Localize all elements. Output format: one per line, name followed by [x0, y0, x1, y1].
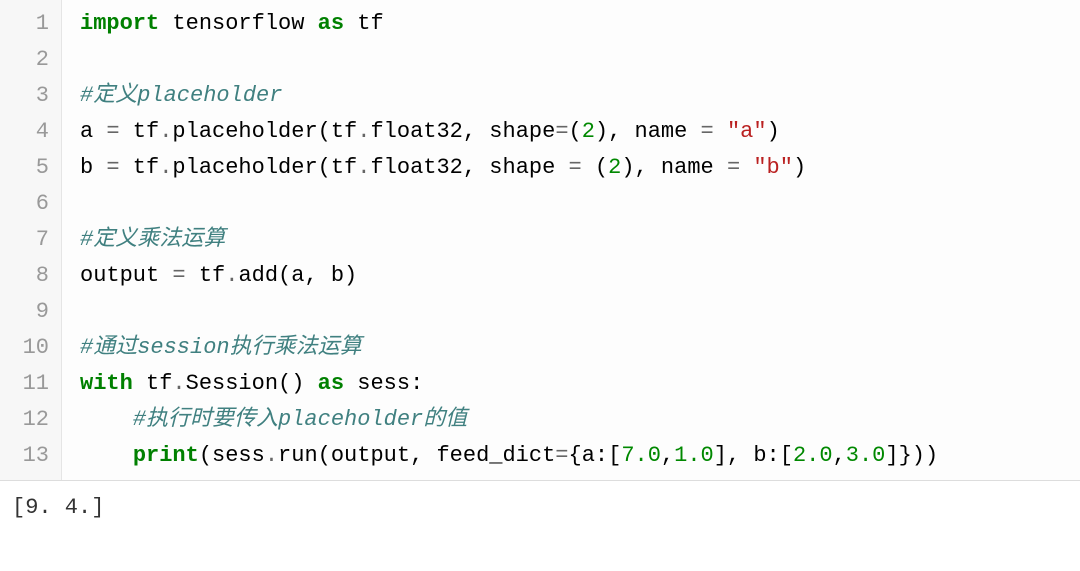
code-token: [740, 155, 753, 180]
code-token: [80, 443, 133, 468]
code-token: placeholder(tf: [172, 155, 357, 180]
code-token: (sess: [199, 443, 265, 468]
code-token: .: [357, 155, 370, 180]
code-token: import: [80, 11, 159, 36]
line-number: 12: [0, 402, 49, 438]
code-token: 2.0: [793, 443, 833, 468]
code-token: #定义乘法运算: [80, 227, 225, 252]
code-line: #定义乘法运算: [80, 222, 1080, 258]
code-token: =: [727, 155, 740, 180]
code-token: output: [80, 263, 172, 288]
code-token: with: [80, 371, 133, 396]
code-token: placeholder(tf: [172, 119, 357, 144]
code-token: ], b:[: [714, 443, 793, 468]
line-number: 11: [0, 366, 49, 402]
code-line: print(sess.run(output, feed_dict={a:[7.0…: [80, 438, 1080, 474]
line-number: 9: [0, 294, 49, 330]
code-block: 12345678910111213 import tensorflow as t…: [0, 0, 1080, 481]
code-token: (: [582, 155, 608, 180]
line-number: 7: [0, 222, 49, 258]
code-token: .: [159, 119, 172, 144]
code-token: as: [318, 11, 344, 36]
code-line: #通过session执行乘法运算: [80, 330, 1080, 366]
code-token: {a:[: [569, 443, 622, 468]
code-token: run(output, feed_dict: [278, 443, 555, 468]
code-token: sess:: [344, 371, 423, 396]
code-token: #定义placeholder: [80, 83, 282, 108]
code-token: a: [80, 119, 106, 144]
code-token: =: [701, 119, 714, 144]
code-token: =: [555, 119, 568, 144]
code-token: b: [80, 155, 106, 180]
code-line: b = tf.placeholder(tf.float32, shape = (…: [80, 150, 1080, 186]
code-line: a = tf.placeholder(tf.float32, shape=(2)…: [80, 114, 1080, 150]
code-line: with tf.Session() as sess:: [80, 366, 1080, 402]
code-token: ): [793, 155, 806, 180]
line-number: 3: [0, 78, 49, 114]
code-token: [80, 407, 133, 432]
code-line: [80, 186, 1080, 222]
code-line: output = tf.add(a, b): [80, 258, 1080, 294]
code-token: ): [767, 119, 780, 144]
code-area: import tensorflow as tf #定义placeholdera …: [62, 0, 1080, 480]
line-number: 2: [0, 42, 49, 78]
code-line: [80, 294, 1080, 330]
code-token: "b": [753, 155, 793, 180]
code-token: ,: [833, 443, 846, 468]
line-number: 8: [0, 258, 49, 294]
code-token: ]})): [885, 443, 938, 468]
code-token: .: [265, 443, 278, 468]
line-number: 5: [0, 150, 49, 186]
code-token: ,: [661, 443, 674, 468]
code-token: tensorflow: [159, 11, 317, 36]
code-token: =: [106, 119, 119, 144]
code-token: =: [172, 263, 185, 288]
code-token: .: [225, 263, 238, 288]
line-number: 6: [0, 186, 49, 222]
code-token: tf: [133, 371, 173, 396]
code-token: .: [357, 119, 370, 144]
code-token: =: [569, 155, 582, 180]
code-token: .: [159, 155, 172, 180]
code-token: 3.0: [846, 443, 886, 468]
code-token: 1.0: [674, 443, 714, 468]
code-token: #通过session执行乘法运算: [80, 335, 362, 360]
code-token: 7.0: [621, 443, 661, 468]
code-token: Session(): [186, 371, 318, 396]
code-token: #执行时要传入placeholder的值: [133, 407, 467, 432]
line-number: 13: [0, 438, 49, 474]
code-token: tf: [344, 11, 384, 36]
code-token: =: [555, 443, 568, 468]
line-number: 4: [0, 114, 49, 150]
code-token: =: [106, 155, 119, 180]
code-token: (: [569, 119, 582, 144]
code-token: float32, shape: [370, 119, 555, 144]
code-token: tf: [120, 119, 160, 144]
line-number-gutter: 12345678910111213: [0, 0, 62, 480]
code-token: 2: [608, 155, 621, 180]
code-token: tf: [186, 263, 226, 288]
code-line: import tensorflow as tf: [80, 6, 1080, 42]
code-token: tf: [120, 155, 160, 180]
code-line: #定义placeholder: [80, 78, 1080, 114]
code-token: add(a, b): [238, 263, 357, 288]
line-number: 10: [0, 330, 49, 366]
code-token: as: [318, 371, 344, 396]
output-text: [9. 4.]: [0, 481, 1080, 534]
code-token: .: [172, 371, 185, 396]
code-line: #执行时要传入placeholder的值: [80, 402, 1080, 438]
code-token: [714, 119, 727, 144]
code-token: print: [133, 443, 199, 468]
code-token: float32, shape: [370, 155, 568, 180]
code-token: ), name: [595, 119, 701, 144]
code-token: "a": [727, 119, 767, 144]
line-number: 1: [0, 6, 49, 42]
code-token: 2: [582, 119, 595, 144]
code-token: ), name: [621, 155, 727, 180]
code-line: [80, 42, 1080, 78]
